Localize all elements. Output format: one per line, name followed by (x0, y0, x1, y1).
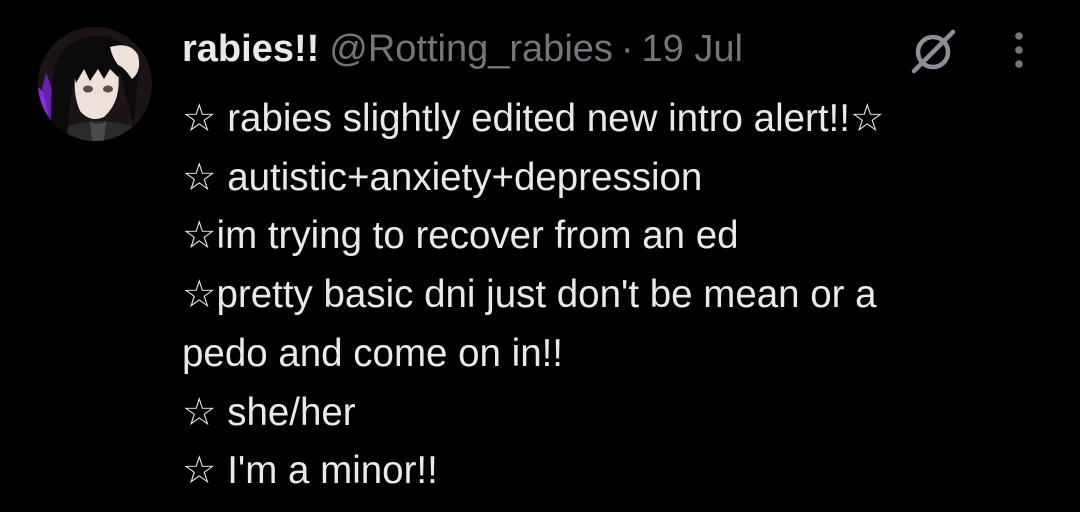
avatar[interactable] (38, 27, 152, 141)
post-text-line: ☆im trying to recover from an ed (182, 214, 739, 258)
separator-dot: · (620, 27, 634, 70)
tweet[interactable]: rabies!! @Rotting_rabies · 19 Jul ☆ rabi… (0, 0, 1080, 512)
post-date[interactable]: 19 Jul (642, 28, 743, 71)
muted-circle-slash-icon[interactable] (906, 25, 960, 75)
post-text-line: pedo and come on in!! (182, 331, 563, 375)
post-header: rabies!! @Rotting_rabies · 19 Jul (182, 24, 743, 74)
user-handle[interactable]: @Rotting_rabies (329, 28, 613, 71)
post-text: ☆ rabies slightly edited new intro alert… (182, 90, 1042, 501)
post-text-line: ☆ she/her (182, 390, 356, 434)
display-name[interactable]: rabies!! (182, 28, 319, 71)
post-text-line: ☆ autistic+anxiety+depression (182, 155, 703, 199)
post-text-line: ☆ rabies slightly edited new intro alert… (182, 97, 885, 140)
post-text-line: ☆ I'm a minor!! (182, 449, 438, 493)
post-text-line: ☆pretty basic dni just don't be mean or … (182, 273, 877, 317)
more-vertical-icon[interactable] (1004, 28, 1034, 72)
avatar-image (38, 27, 152, 141)
